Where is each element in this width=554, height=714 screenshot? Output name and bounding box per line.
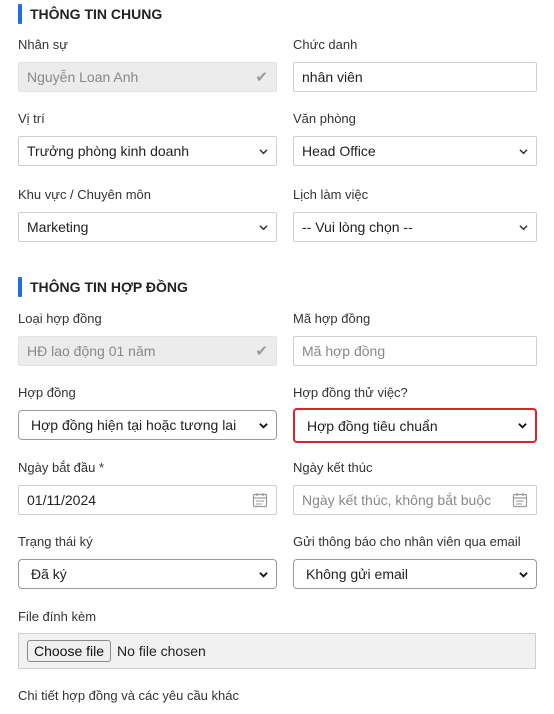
attachment-label: File đính kèm xyxy=(18,609,97,624)
employee-label: Nhân sự xyxy=(18,37,68,52)
file-upload-field[interactable]: Choose file No file chosen xyxy=(18,633,536,669)
contract-type-value: HĐ lao động 01 năm xyxy=(27,343,156,359)
job-title-input[interactable]: nhân viên xyxy=(293,62,537,92)
calendar-icon[interactable] xyxy=(252,492,268,508)
chevron-down-icon xyxy=(519,148,528,154)
chevron-down-icon xyxy=(259,148,268,154)
office-label: Văn phòng xyxy=(293,111,356,126)
contract-section-title: THÔNG TIN HỢP ĐỒNG xyxy=(18,277,188,297)
schedule-label: Lịch làm việc xyxy=(293,187,369,202)
office-value: Head Office xyxy=(302,143,376,159)
details-label: Chi tiết hợp đồng và các yêu cầu khác xyxy=(18,688,239,703)
area-select[interactable]: Marketing xyxy=(18,212,277,242)
position-value: Trưởng phòng kinh doanh xyxy=(27,143,190,159)
choose-file-button[interactable]: Choose file xyxy=(27,640,112,662)
chevron-down-icon xyxy=(519,571,528,578)
employee-field: Nguyễn Loan Anh ✔ xyxy=(18,62,277,92)
file-status-text: No file chosen xyxy=(117,643,206,659)
chevron-down-icon xyxy=(519,224,528,230)
contract-code-placeholder: Mã hợp đồng xyxy=(302,343,386,359)
contract-select[interactable]: Hợp đồng hiện tại hoặc tương lai xyxy=(18,410,277,440)
area-value: Marketing xyxy=(27,219,89,235)
probation-label: Hợp đồng thử việc? xyxy=(293,385,408,400)
end-date-input[interactable]: Ngày kết thúc, không bắt buộc xyxy=(293,485,537,515)
chevron-down-icon xyxy=(259,571,268,578)
checkmark-icon: ✔ xyxy=(255,343,268,360)
contract-code-input[interactable]: Mã hợp đồng xyxy=(293,336,537,366)
end-date-placeholder: Ngày kết thúc, không bắt buộc xyxy=(302,492,492,508)
start-date-label: Ngày bắt đầu * xyxy=(18,460,105,475)
schedule-value: -- Vui lòng chọn -- xyxy=(302,219,413,235)
notify-value: Không gửi email xyxy=(306,566,408,582)
contract-label: Hợp đồng xyxy=(18,385,76,400)
general-section-title: THÔNG TIN CHUNG xyxy=(18,4,162,24)
job-title-value: nhân viên xyxy=(302,69,363,85)
contract-section-label: THÔNG TIN HỢP ĐỒNG xyxy=(30,279,188,295)
schedule-select[interactable]: -- Vui lòng chọn -- xyxy=(293,212,537,242)
contract-type-label: Loại hợp đồng xyxy=(18,311,102,326)
section-accent-bar xyxy=(18,277,22,297)
contract-type-field: HĐ lao động 01 năm ✔ xyxy=(18,336,277,366)
probation-select[interactable]: Hợp đồng tiêu chuẩn xyxy=(293,408,537,443)
end-date-label: Ngày kết thúc xyxy=(293,460,373,475)
sign-status-label: Trạng thái ký xyxy=(18,534,93,549)
general-section-label: THÔNG TIN CHUNG xyxy=(30,6,163,22)
probation-value: Hợp đồng tiêu chuẩn xyxy=(307,417,438,434)
chevron-down-icon xyxy=(518,423,527,429)
chevron-down-icon xyxy=(259,224,268,230)
employee-value: Nguyễn Loan Anh xyxy=(27,69,139,85)
position-select[interactable]: Trưởng phòng kinh doanh xyxy=(18,136,277,166)
contract-code-label: Mã hợp đồng xyxy=(293,311,371,326)
notify-select[interactable]: Không gửi email xyxy=(293,559,537,589)
job-title-label: Chức danh xyxy=(293,37,358,52)
contract-value: Hợp đồng hiện tại hoặc tương lai xyxy=(31,417,237,433)
area-label: Khu vực / Chuyên môn xyxy=(18,187,151,202)
office-select[interactable]: Head Office xyxy=(293,136,537,166)
calendar-icon[interactable] xyxy=(512,492,528,508)
chevron-down-icon xyxy=(259,422,268,429)
start-date-value: 01/11/2024 xyxy=(27,492,97,508)
sign-status-value: Đã ký xyxy=(31,566,67,582)
notify-label: Gửi thông báo cho nhân viên qua email xyxy=(293,534,521,549)
section-accent-bar xyxy=(18,4,22,24)
sign-status-select[interactable]: Đã ký xyxy=(18,559,277,589)
start-date-input[interactable]: 01/11/2024 xyxy=(18,485,277,515)
checkmark-icon: ✔ xyxy=(255,69,268,86)
position-label: Vị trí xyxy=(18,111,45,126)
